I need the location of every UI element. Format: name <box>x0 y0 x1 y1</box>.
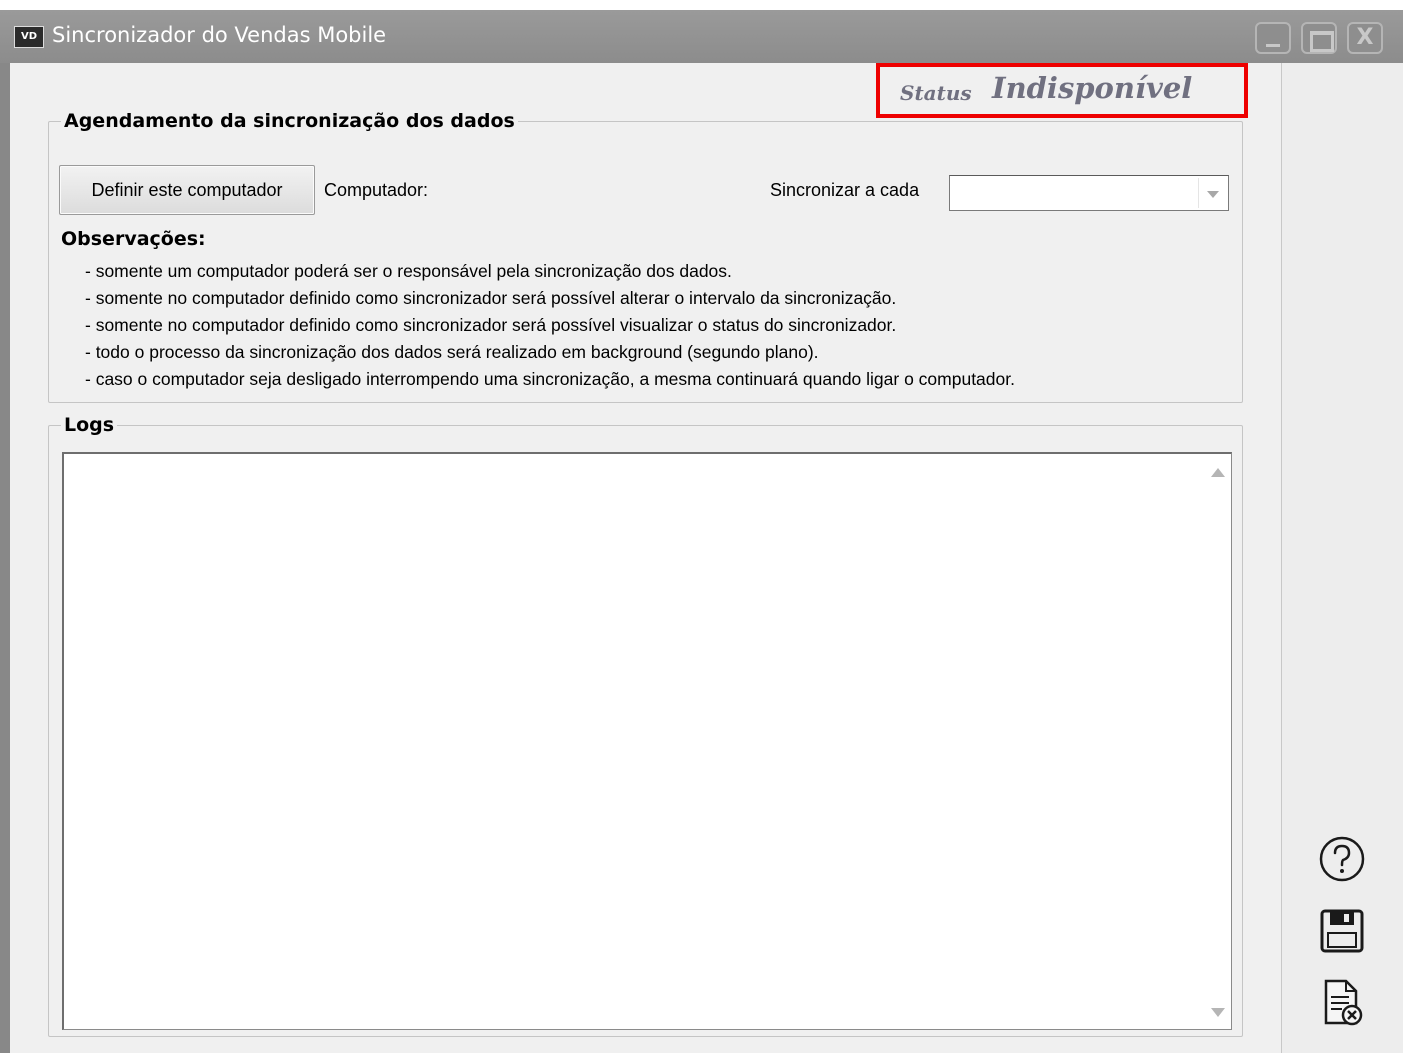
cancel-document-icon[interactable] <box>1316 977 1368 1029</box>
logs-textarea[interactable] <box>62 452 1232 1030</box>
observacao-item: - somente no computador definido como si… <box>85 288 897 308</box>
scroll-up-icon[interactable] <box>1211 468 1225 477</box>
minimize-button[interactable] <box>1255 22 1291 54</box>
app-window: VD Sincronizador do Vendas Mobile X Stat… <box>0 10 1403 1053</box>
observacao-item: - caso o computador seja desligado inter… <box>85 369 1015 389</box>
observacao-item: - somente no computador definido como si… <box>85 315 897 335</box>
chevron-down-icon[interactable] <box>1198 178 1226 208</box>
observacoes-title: Observações: <box>61 228 206 250</box>
close-icon: X <box>1356 25 1374 50</box>
agendamento-group: Agendamento da sincronização dos dados D… <box>48 110 1243 403</box>
save-icon[interactable] <box>1316 905 1368 957</box>
status-label: Status <box>900 81 972 105</box>
definir-computador-button[interactable]: Definir este computador <box>59 165 315 215</box>
close-button[interactable]: X <box>1347 22 1383 54</box>
status-value: Indisponível <box>992 71 1193 105</box>
app-logo-icon: VD <box>14 26 44 48</box>
status-indicator: Status Indisponível <box>876 63 1248 118</box>
logs-title: Logs <box>61 414 118 436</box>
client-area: Status Indisponível Agendamento da sincr… <box>10 63 1403 1053</box>
observacao-item: - somente um computador poderá ser o res… <box>85 261 732 281</box>
computador-label: Computador: <box>324 180 429 200</box>
sincronizar-interval-select[interactable] <box>949 175 1229 211</box>
agendamento-title: Agendamento da sincronização dos dados <box>61 110 518 132</box>
help-icon[interactable] <box>1316 833 1368 885</box>
title-bar[interactable]: VD Sincronizador do Vendas Mobile X <box>0 10 1403 63</box>
window-title: Sincronizador do Vendas Mobile <box>52 23 387 47</box>
scroll-down-icon[interactable] <box>1211 1008 1225 1017</box>
logs-scrollbar[interactable] <box>1203 454 1231 1029</box>
observacoes-list: - somente um computador poderá ser o res… <box>85 258 1015 393</box>
logs-group: Logs <box>48 414 1243 1037</box>
observacao-item: - todo o processo da sincronização dos d… <box>85 342 819 362</box>
maximize-button[interactable] <box>1301 22 1337 54</box>
sincronizar-label: Sincronizar a cada <box>770 180 920 200</box>
